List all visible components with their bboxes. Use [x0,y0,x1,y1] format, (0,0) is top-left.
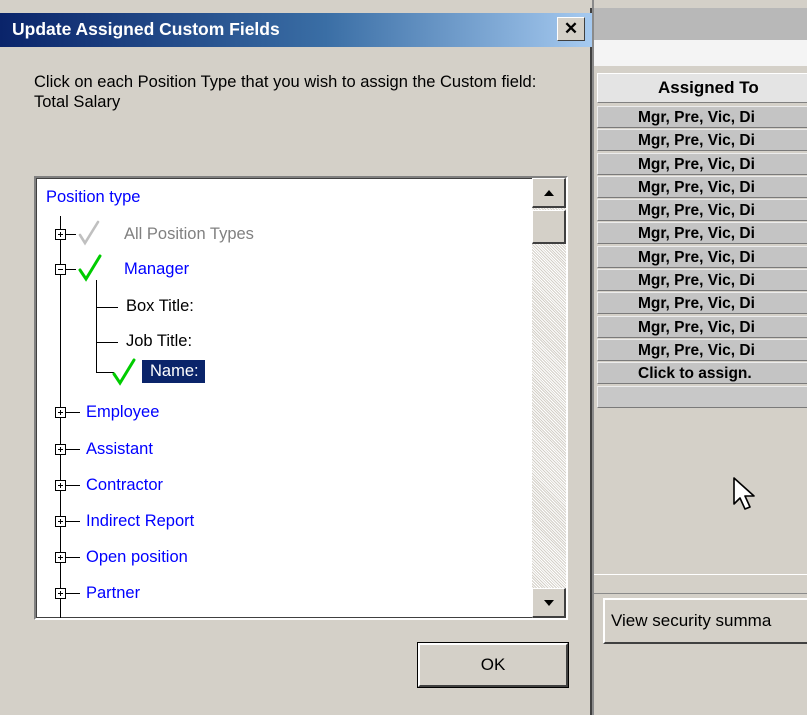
scroll-down-button[interactable] [532,588,566,618]
tree-item-name-selected[interactable]: Name: [142,360,205,383]
check-icon[interactable] [112,358,136,386]
tree-connector [66,593,80,594]
assigned-to-cell[interactable]: Mgr, Pre, Vic, Di [597,152,807,175]
dialog-title: Update Assigned Custom Fields [12,19,280,39]
assigned-to-cell[interactable]: Mgr, Pre, Vic, Di [597,315,807,338]
assigned-to-cell[interactable]: Mgr, Pre, Vic, Di [597,245,807,268]
tree-item-job-title[interactable]: Job Title: [126,332,192,351]
tree-item-partner[interactable]: Partner [86,584,140,603]
tree-item-employee[interactable]: Employee [86,403,159,422]
ok-button[interactable]: OK [417,642,569,688]
assigned-to-cell[interactable]: Mgr, Pre, Vic, Di [597,106,807,128]
tree-item-open-position[interactable]: Open position [86,548,188,567]
assigned-to-cell[interactable]: Mgr, Pre, Vic, Di [597,175,807,198]
tree-connector [66,234,76,235]
tree-content: Position type All Position Types Manager… [36,178,530,618]
tree-root-label: Position type [46,188,141,206]
tree-item-all-position-types[interactable]: All Position Types [124,225,254,244]
assigned-to-cell[interactable]: Mgr, Pre, Vic, Di [597,129,807,152]
manager-children-line [96,280,97,372]
assigned-to-column-header[interactable]: Assigned To [597,73,807,103]
tree-connector [66,412,80,413]
scroll-thumb[interactable] [532,210,566,244]
tree-item-box-title[interactable]: Box Title: [126,297,194,316]
tree-connector [66,449,80,450]
position-type-tree: Position type All Position Types Manager… [34,176,568,620]
background-separator [594,574,807,594]
background-panel-gap [594,40,807,66]
tree-vertical-scrollbar[interactable] [532,178,566,618]
assigned-to-cell[interactable] [597,385,807,408]
collapse-manager[interactable] [55,264,66,275]
tree-item-contractor[interactable]: Contractor [86,476,163,495]
arrow-down-icon [544,600,554,606]
expand-assistant[interactable] [55,444,66,455]
tree-connector [96,307,118,308]
assigned-to-cell[interactable]: Mgr, Pre, Vic, Di [597,222,807,245]
check-icon[interactable] [78,220,100,246]
check-icon[interactable] [78,254,102,282]
close-button[interactable]: ✕ [557,17,585,41]
assigned-to-cell[interactable]: Mgr, Pre, Vic, Di [597,199,807,222]
dialog-titlebar[interactable]: Update Assigned Custom Fields ✕ [0,13,592,47]
tree-connector [66,521,80,522]
scroll-up-button[interactable] [532,178,566,208]
arrow-up-icon [544,190,554,196]
expand-all-position-types[interactable] [55,229,66,240]
background-toolbar [594,8,807,41]
tree-item-indirect-report[interactable]: Indirect Report [86,512,194,531]
tree-connector [66,269,76,270]
close-icon: ✕ [563,19,579,38]
expand-open-position[interactable] [55,552,66,563]
click-to-assign-cell[interactable]: Click to assign. [597,362,807,385]
expand-contractor[interactable] [55,480,66,491]
tree-item-manager[interactable]: Manager [124,260,189,279]
dialog-instructions: Click on each Position Type that you wis… [34,73,537,111]
assigned-to-cell[interactable]: Mgr, Pre, Vic, Di [597,269,807,292]
expand-indirect-report[interactable] [55,516,66,527]
mouse-pointer-icon [733,477,755,510]
expand-employee[interactable] [55,407,66,418]
window-divider [592,0,594,715]
tree-connector [96,342,118,343]
tree-item-assistant[interactable]: Assistant [86,440,153,459]
expand-partner[interactable] [55,588,66,599]
tree-connector [66,485,80,486]
assigned-to-cell[interactable]: Mgr, Pre, Vic, Di [597,338,807,361]
assigned-to-cell[interactable]: Mgr, Pre, Vic, Di [597,292,807,315]
assigned-to-rows: Mgr, Pre, Vic, Di Mgr, Pre, Vic, Di Mgr, P… [597,106,807,409]
tree-connector [66,557,80,558]
view-security-summary-button[interactable]: View security summa [603,598,807,644]
